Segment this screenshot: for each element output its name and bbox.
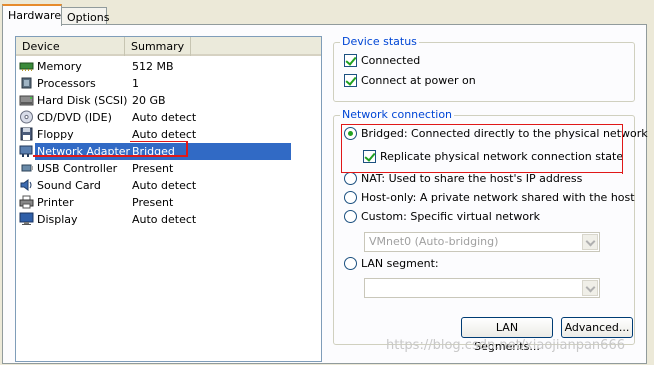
device-row-processors[interactable]: Processors 1 (16, 75, 321, 92)
lan-segments-button[interactable]: LAN Segments... (461, 317, 553, 353)
cd-dvd-icon (20, 110, 33, 124)
radio-circle (344, 210, 357, 223)
floppy-icon (20, 127, 33, 141)
device-name: Sound Card (37, 179, 101, 192)
host-only-label: Host-only: A private network shared with… (361, 191, 635, 204)
column-header-device[interactable]: Device (16, 37, 125, 56)
device-summary: Auto detect (132, 179, 197, 192)
device-row-display[interactable]: Display Auto detect (16, 211, 321, 228)
device-name: Display (37, 213, 78, 226)
lan-segment-radio[interactable]: LAN segment: (344, 256, 464, 272)
device-summary: Bridged (132, 145, 175, 158)
column-header-summary[interactable]: Summary (125, 37, 191, 56)
chevron-down-icon[interactable] (582, 280, 598, 296)
device-row-memory[interactable]: Memory 512 MB (16, 58, 321, 75)
hard-disk-icon (19, 95, 34, 106)
device-name: Hard Disk (SCSI) (37, 94, 128, 107)
lan-segment-label: LAN segment: (361, 257, 439, 270)
device-name: Network Adapter (37, 145, 131, 158)
vmnet-select-value: VMnet0 (Auto-bridging) (369, 235, 499, 248)
device-summary: Auto detect (132, 111, 197, 124)
device-row-printer[interactable]: Printer Present (16, 194, 321, 211)
device-row-hard-disk[interactable]: Hard Disk (SCSI) 20 GB (16, 92, 321, 109)
device-row-usb-controller[interactable]: USB Controller Present (16, 160, 321, 177)
annotation-bracket-top (130, 141, 188, 142)
lan-segment-select[interactable] (364, 278, 600, 298)
device-summary: Auto detect (132, 213, 197, 226)
device-name: Printer (37, 196, 74, 209)
device-summary: 20 GB (132, 94, 166, 107)
device-name: Processors (37, 77, 96, 90)
tab-hardware[interactable]: Hardware (2, 4, 62, 26)
connected-label: Connected (361, 54, 421, 67)
device-summary: 1 (132, 77, 139, 90)
radio-circle (344, 172, 357, 185)
network-connection-title: Network connection (340, 108, 455, 121)
nat-label: NAT: Used to share the host's IP address (361, 172, 583, 185)
custom-label: Custom: Specific virtual network (361, 210, 540, 223)
device-row-sound-card[interactable]: Sound Card Auto detect (16, 177, 321, 194)
annotation-tick (622, 124, 623, 174)
nat-radio[interactable]: NAT: Used to share the host's IP address (344, 171, 604, 187)
device-name: CD/DVD (IDE) (37, 111, 112, 124)
vmnet-select[interactable]: VMnet0 (Auto-bridging) (364, 232, 600, 252)
advanced-button[interactable]: Advanced... (561, 317, 633, 338)
printer-icon (19, 195, 34, 209)
annotation-bracket (186, 141, 188, 157)
checkbox-box (344, 74, 357, 87)
device-list[interactable]: Device Summary Memory 512 MB Processors … (15, 36, 322, 362)
watermark-text: https://blog.csdn.net/xiaojianpan666 (386, 338, 625, 353)
device-name: Floppy (37, 128, 74, 141)
usb-icon (21, 164, 33, 172)
memory-icon (19, 62, 34, 71)
network-adapter-icon (19, 145, 33, 157)
chevron-down-icon[interactable] (582, 234, 598, 250)
host-only-radio[interactable]: Host-only: A private network shared with… (344, 190, 635, 206)
connect-at-power-on-label: Connect at power on (361, 74, 476, 87)
processor-icon (21, 77, 32, 89)
annotation-underline (33, 155, 188, 157)
connect-at-power-on-checkbox[interactable]: Connect at power on (344, 73, 504, 89)
radio-circle (344, 191, 357, 204)
device-status-title: Device status (340, 35, 419, 48)
connected-checkbox[interactable]: Connected (344, 53, 444, 69)
custom-radio[interactable]: Custom: Specific virtual network (344, 209, 544, 225)
device-row-cd-dvd[interactable]: CD/DVD (IDE) Auto detect (16, 109, 321, 126)
annotation-rectangle (341, 124, 623, 173)
device-summary: Present (132, 196, 174, 209)
sound-card-icon (20, 179, 32, 191)
device-summary: 512 MB (132, 60, 174, 73)
device-name: Memory (37, 60, 82, 73)
display-icon (19, 212, 34, 225)
device-name: USB Controller (37, 162, 118, 175)
device-list-header: Device Summary (16, 37, 321, 56)
radio-circle (344, 257, 357, 270)
device-row-network-adapter[interactable]: Network Adapter Bridged (16, 143, 321, 160)
device-status-group: Device status (333, 35, 635, 102)
device-summary: Present (132, 162, 174, 175)
checkbox-box (344, 54, 357, 67)
